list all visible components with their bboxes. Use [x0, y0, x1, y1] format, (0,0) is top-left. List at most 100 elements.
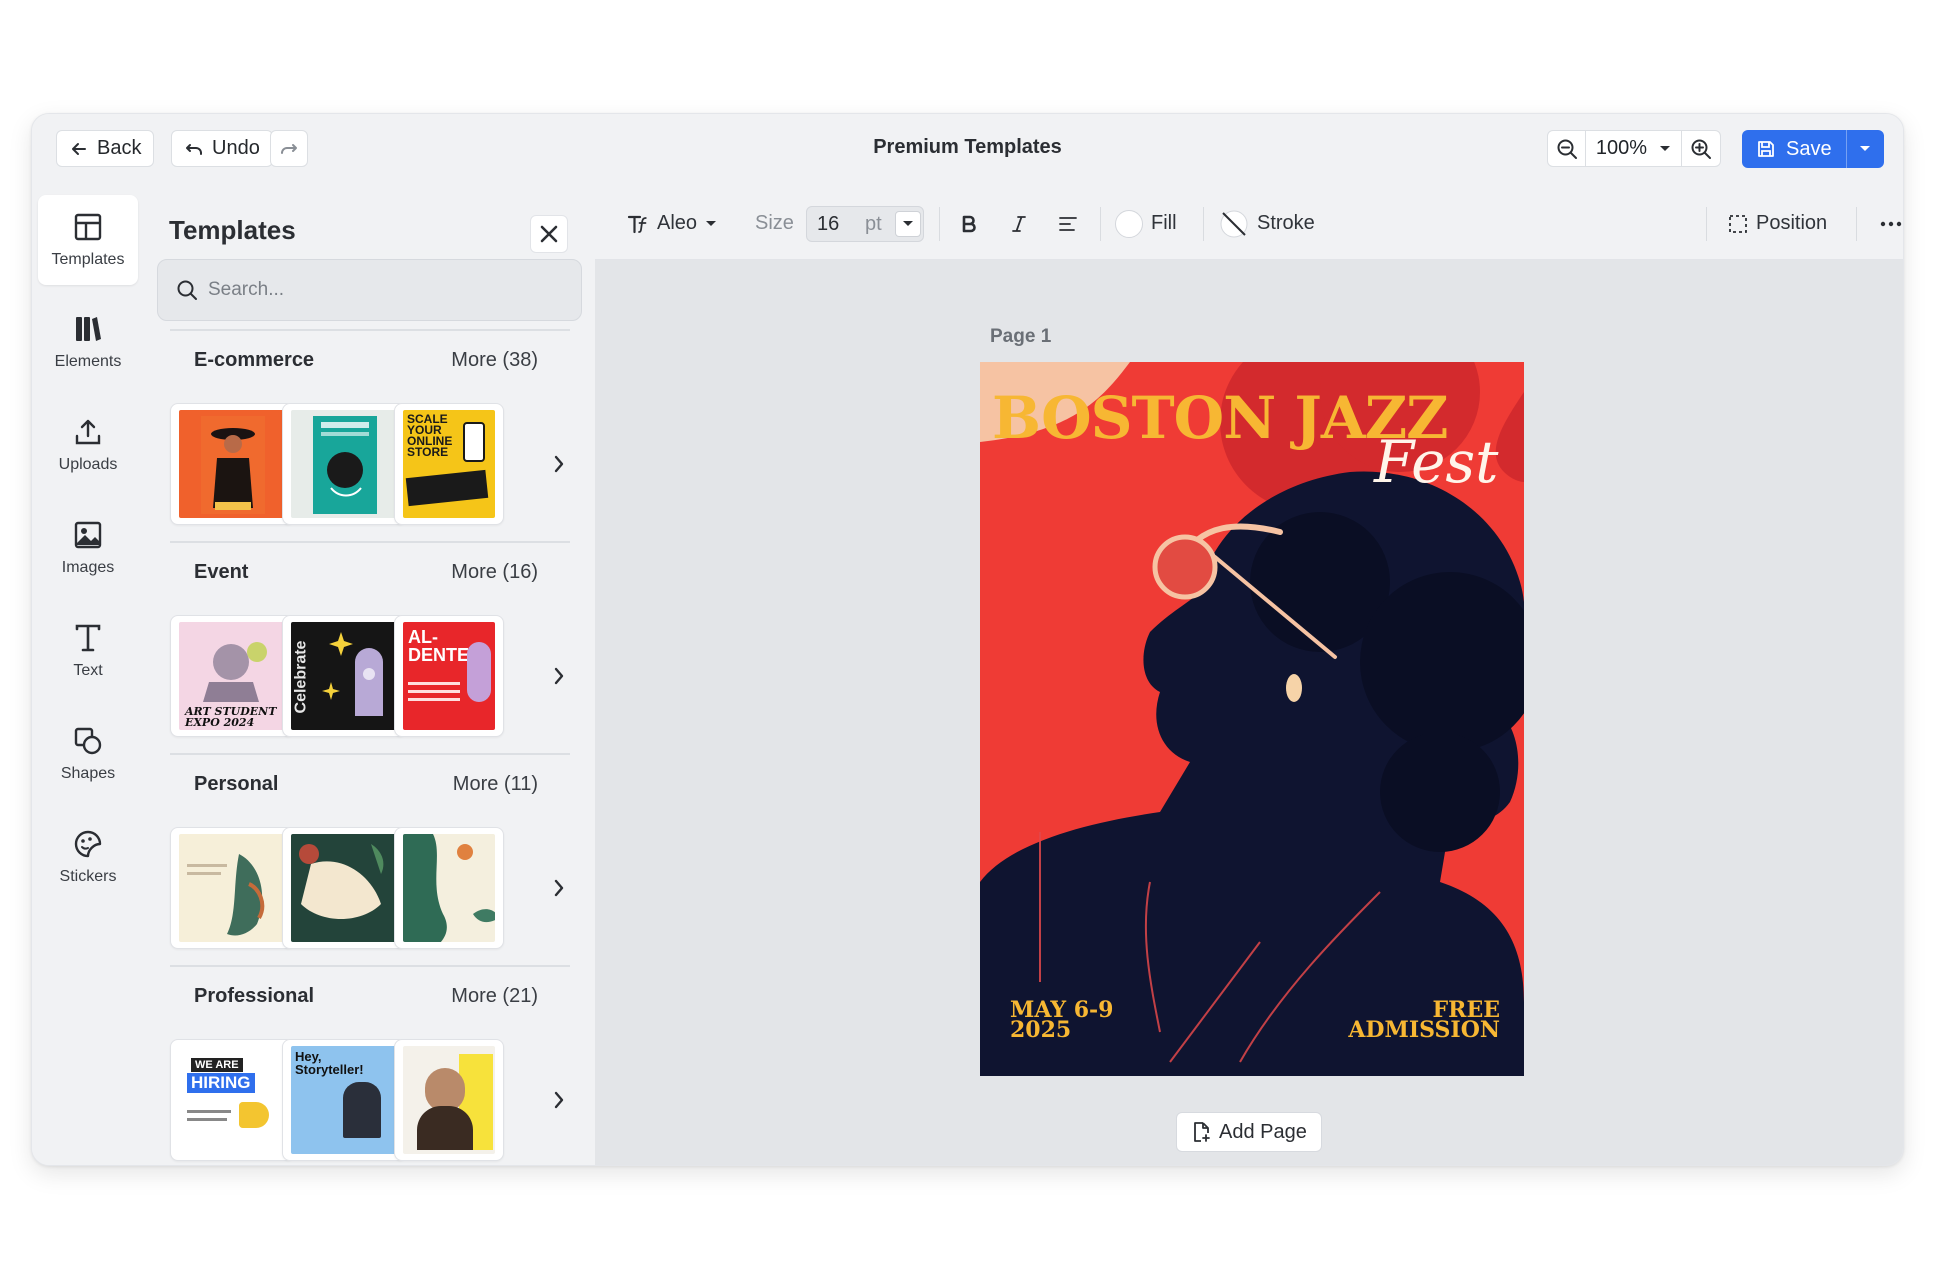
thumbnail-art	[179, 834, 285, 942]
rail-item-shapes[interactable]: Shapes	[38, 709, 138, 799]
toolbar-separator	[1203, 207, 1204, 241]
rail-item-templates[interactable]: Templates	[38, 195, 138, 285]
thumbnail-art: Celebrate	[291, 622, 397, 730]
elements-icon	[76, 317, 101, 341]
scroll-right-button[interactable]	[547, 1080, 571, 1120]
shapes-icon	[74, 727, 102, 755]
poster-date[interactable]: MAY 6-9 2025	[1010, 999, 1113, 1043]
scroll-right-button[interactable]	[547, 656, 571, 696]
thumbnail-text: Hey, Storyteller!	[295, 1049, 364, 1077]
template-thumbnail[interactable]	[394, 1039, 504, 1161]
search-input[interactable]	[208, 279, 548, 301]
rail-item-uploads[interactable]: Uploads	[38, 400, 138, 490]
rail-item-text[interactable]: Text	[38, 606, 138, 696]
template-thumbnail[interactable]	[282, 403, 406, 525]
more-options-button[interactable]	[1880, 187, 1902, 260]
position-button[interactable]: Position	[1728, 187, 1827, 260]
zoom-select[interactable]: 100%	[1586, 131, 1682, 166]
toolbar-separator	[1706, 207, 1707, 241]
bold-icon	[962, 215, 976, 232]
align-button[interactable]	[1058, 187, 1078, 260]
template-thumbnail[interactable]	[170, 827, 294, 949]
template-thumbnail[interactable]: ART STUDENT EXPO 2024	[170, 615, 294, 737]
save-button[interactable]: Save	[1742, 130, 1846, 168]
fill-label: Fill	[1151, 212, 1177, 234]
thumbnail-text: ART STUDENT EXPO 2024	[185, 705, 277, 729]
close-panel-button[interactable]	[530, 215, 568, 253]
template-thumbnail[interactable]: SCALE YOUR ONLINE STORE	[394, 403, 504, 525]
divider	[170, 541, 570, 543]
category-more-link[interactable]: More (16)	[451, 561, 538, 584]
font-family-select[interactable]: Aleo	[627, 187, 717, 260]
stroke-label: Stroke	[1257, 212, 1315, 234]
rail-item-images[interactable]: Images	[38, 503, 138, 593]
panel-title: Templates	[169, 215, 296, 245]
text-line-graphic	[187, 1118, 227, 1121]
poster-subtitle[interactable]: Fest	[1374, 428, 1498, 496]
format-toolbar: Aleo Size 16 pt Fill Stroke Position	[595, 187, 1903, 260]
template-thumbnail[interactable]	[394, 827, 504, 949]
zoom-in-button[interactable]	[1682, 131, 1720, 166]
font-size-field[interactable]: 16 pt	[806, 206, 924, 242]
fill-swatch	[1115, 209, 1143, 238]
font-size-value: 16	[817, 212, 840, 235]
text-line-graphic	[408, 690, 460, 693]
category-title: Professional	[194, 985, 315, 1007]
zoom-control: 100%	[1547, 130, 1721, 167]
template-thumbnail[interactable]	[282, 827, 406, 949]
text-line-graphic	[408, 698, 460, 701]
chevron-down-icon	[903, 221, 913, 226]
toolbar-separator	[1856, 207, 1857, 241]
zoom-in-icon	[1691, 139, 1711, 159]
template-thumbnail[interactable]	[170, 403, 294, 525]
font-size-unit: pt	[865, 212, 882, 235]
category-title: Event	[194, 561, 249, 583]
template-thumbnail[interactable]: Hey, Storyteller!	[282, 1039, 406, 1161]
templates-panel: Templates E-commerce More (38)	[145, 187, 595, 1165]
search-box	[157, 259, 582, 321]
rail-item-elements[interactable]: Elements	[38, 297, 138, 387]
rail-label: Templates	[51, 251, 125, 268]
add-page-button[interactable]: Add Page	[1176, 1112, 1322, 1152]
bold-button[interactable]	[959, 187, 979, 260]
template-thumbnail[interactable]: Celebrate	[282, 615, 406, 737]
save-label: Save	[1786, 137, 1832, 160]
position-label: Position	[1756, 212, 1828, 234]
font-size-dropdown[interactable]	[895, 211, 921, 237]
category-more-link[interactable]: More (38)	[451, 349, 538, 372]
scroll-right-button[interactable]	[547, 868, 571, 908]
add-page-label: Add Page	[1219, 1120, 1307, 1143]
scroll-right-button[interactable]	[547, 444, 571, 484]
rail-item-stickers[interactable]: Stickers	[38, 812, 138, 902]
poster-date-line: 2025	[1010, 1017, 1072, 1043]
rail-label: Elements	[54, 353, 122, 370]
zoom-out-button[interactable]	[1548, 131, 1586, 166]
template-thumbnail[interactable]: AL-DENTE	[394, 615, 504, 737]
poster-page[interactable]: BOSTON JAZZ Fest MAY 6-9 2025 FREE ADMIS…	[980, 362, 1524, 1076]
divider	[170, 965, 570, 967]
save-options-button[interactable]	[1845, 130, 1884, 168]
fill-button[interactable]: Fill	[1115, 187, 1177, 260]
thumbnail-art: ART STUDENT EXPO 2024	[179, 622, 285, 730]
poster-admission[interactable]: FREE ADMISSION	[1348, 999, 1500, 1041]
thumbnail-art	[291, 834, 397, 942]
superfoods-illustration	[313, 416, 377, 514]
rail-label: Shapes	[60, 765, 116, 782]
top-bar: Back Undo Premium Templates 100% Save	[32, 114, 1903, 187]
person-graphic	[343, 1082, 381, 1138]
chevron-down-icon	[1860, 146, 1871, 151]
chevron-right-icon	[554, 879, 564, 897]
save-icon	[1758, 141, 1774, 157]
font-icon	[627, 215, 647, 233]
category-more-link[interactable]: More (11)	[453, 773, 538, 796]
thumbnail-text: AL-DENTE	[408, 627, 470, 665]
fork-graphic	[467, 642, 491, 702]
template-thumbnail[interactable]: WE ARE HIRING	[170, 1039, 294, 1161]
upload-icon	[75, 419, 101, 445]
stroke-button[interactable]: Stroke	[1219, 187, 1315, 260]
chevron-right-icon	[554, 667, 564, 685]
italic-button[interactable]	[1009, 187, 1029, 260]
chevron-down-icon	[1660, 145, 1671, 151]
add-page-icon	[1194, 1122, 1210, 1142]
category-more-link[interactable]: More (21)	[451, 985, 538, 1008]
